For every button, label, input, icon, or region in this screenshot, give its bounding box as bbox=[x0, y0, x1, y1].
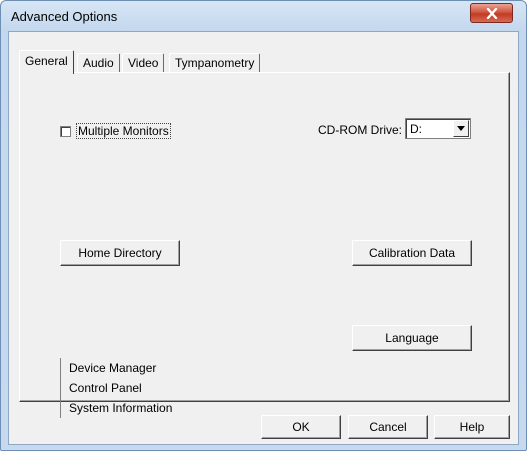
cancel-button[interactable]: Cancel bbox=[348, 415, 428, 439]
ok-button[interactable]: OK bbox=[261, 415, 341, 439]
cdrom-drive-label: CD-ROM Drive: bbox=[318, 123, 402, 137]
control-panel-link[interactable]: Control Panel bbox=[69, 378, 172, 398]
language-button[interactable]: Language bbox=[352, 325, 472, 351]
tab-panel-general: Multiple Monitors CD-ROM Drive: D: Home … bbox=[19, 72, 510, 418]
help-button[interactable]: Help bbox=[434, 415, 510, 439]
cdrom-drive-value: D: bbox=[410, 122, 422, 136]
system-information-link[interactable]: System Information bbox=[69, 398, 172, 418]
close-icon bbox=[486, 7, 497, 19]
close-button[interactable] bbox=[470, 3, 513, 23]
multiple-monitors-label[interactable]: Multiple Monitors bbox=[76, 123, 171, 139]
dialog-window: Advanced Options General Audio Video Tym… bbox=[0, 0, 527, 451]
system-links: Device Manager Control Panel System Info… bbox=[60, 358, 172, 418]
calibration-data-button[interactable]: Calibration Data bbox=[352, 240, 472, 266]
multiple-monitors-row: Multiple Monitors bbox=[60, 123, 171, 139]
window-title: Advanced Options bbox=[11, 9, 118, 24]
chevron-down-icon[interactable] bbox=[453, 120, 469, 137]
dialog-client: General Audio Video Tympanometry Multipl… bbox=[8, 31, 519, 445]
device-manager-link[interactable]: Device Manager bbox=[69, 358, 172, 378]
cdrom-drive-select[interactable]: D: bbox=[405, 118, 471, 139]
tab-tympanometry[interactable]: Tympanometry bbox=[169, 53, 261, 73]
tab-video[interactable]: Video bbox=[122, 53, 165, 73]
tab-audio[interactable]: Audio bbox=[77, 53, 120, 73]
tab-general[interactable]: General bbox=[19, 50, 74, 74]
home-directory-button[interactable]: Home Directory bbox=[60, 240, 180, 266]
multiple-monitors-checkbox[interactable] bbox=[60, 125, 71, 137]
